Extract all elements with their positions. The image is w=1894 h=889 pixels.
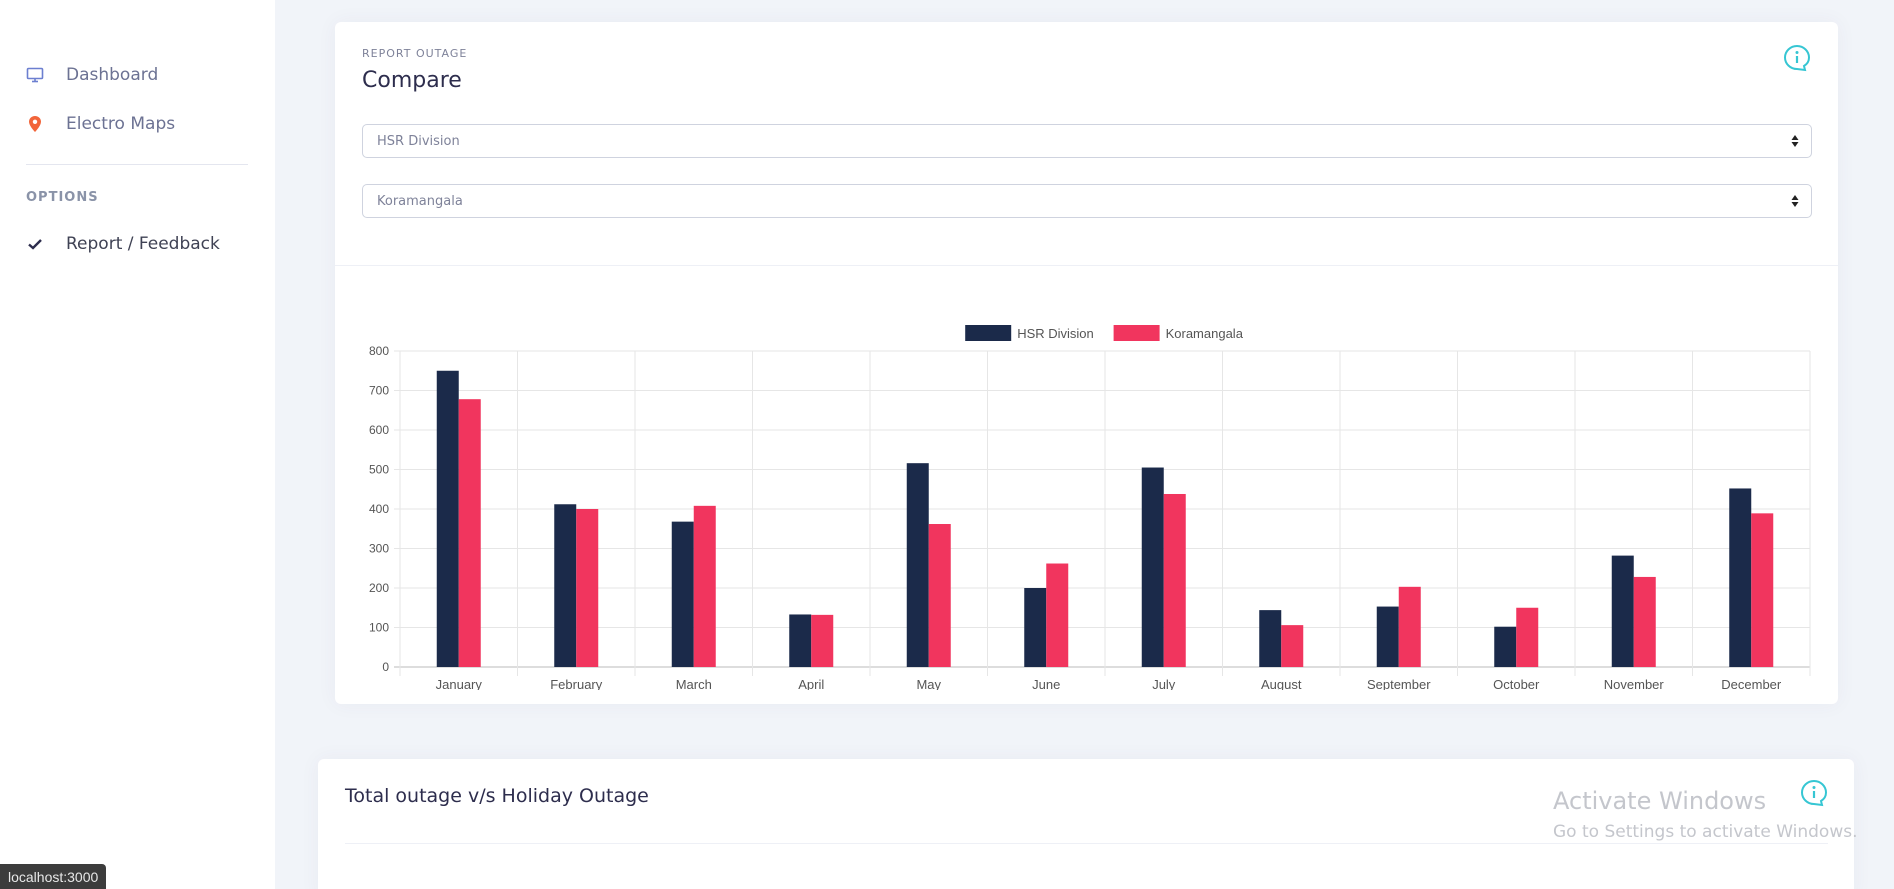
bar-koramangala [458, 399, 481, 667]
sidebar-divider [26, 164, 248, 165]
legend-swatch [965, 325, 1012, 341]
info-icon[interactable] [1800, 779, 1828, 812]
bar-hsr-division [671, 521, 694, 667]
sidebar-item-label: Report / Feedback [66, 234, 220, 254]
bar-koramangala [1046, 563, 1069, 667]
x-tick-label: January [436, 677, 483, 690]
bar-hsr-division [554, 504, 577, 667]
bar-hsr-division [1494, 626, 1517, 667]
map-pin-icon [26, 115, 44, 133]
card-divider [345, 843, 1828, 844]
info-icon[interactable] [1783, 44, 1811, 77]
sidebar-item-label: Dashboard [66, 65, 159, 85]
x-tick-label: December [1721, 677, 1782, 690]
y-tick-label: 800 [369, 344, 389, 358]
compare-card: REPORT OUTAGE Compare HSR Division Koram… [335, 22, 1838, 704]
bar-hsr-division [436, 370, 459, 667]
area-select[interactable]: Koramangala [362, 184, 1812, 218]
bar-koramangala [693, 505, 716, 667]
division-select-value: HSR Division [377, 134, 460, 149]
status-bar-url: localhost:3000 [0, 864, 107, 889]
division-select[interactable]: HSR Division [362, 124, 1812, 158]
bar-hsr-division [1376, 606, 1399, 667]
bar-hsr-division [1024, 588, 1047, 667]
bar-koramangala [811, 614, 834, 667]
card-eyebrow: REPORT OUTAGE [362, 47, 468, 60]
legend-swatch [1113, 325, 1160, 341]
bar-hsr-division [1729, 488, 1752, 667]
x-tick-label: September [1367, 677, 1431, 690]
bar-hsr-division [1259, 610, 1282, 667]
select-caret-icon [1791, 194, 1799, 208]
x-tick-label: April [798, 677, 824, 690]
outage-bar-chart: 0 100 200 300 400 500 600 700 800 January February… [355, 290, 1815, 692]
bar-hsr-division [1141, 467, 1164, 667]
activate-windows-title: Activate Windows [1553, 787, 1767, 815]
activate-windows-subtitle: Go to Settings to activate Windows. [1553, 822, 1858, 842]
y-tick-label: 400 [369, 502, 389, 516]
bar-koramangala [1516, 607, 1539, 667]
bar-koramangala [576, 509, 599, 667]
bar-koramangala [928, 524, 951, 667]
card-title: Compare [362, 68, 462, 93]
bar-koramangala [1163, 493, 1186, 667]
x-tick-label: November [1604, 677, 1665, 690]
y-tick-label: 0 [382, 660, 389, 674]
sidebar-item-dashboard[interactable]: Dashboard [26, 65, 158, 85]
select-caret-icon [1791, 134, 1799, 148]
y-tick-label: 300 [369, 542, 389, 556]
area-select-value: Koramangala [377, 194, 463, 209]
bar-koramangala [1398, 586, 1421, 667]
sidebar-item-report-feedback[interactable]: Report / Feedback [26, 234, 220, 254]
legend-label: HSR Division [1017, 326, 1094, 341]
sidebar-item-label: Electro Maps [66, 114, 176, 134]
card-title: Total outage v/s Holiday Outage [345, 785, 649, 807]
legend-label: Koramangala [1166, 326, 1244, 341]
x-tick-label: June [1032, 677, 1060, 690]
check-icon [26, 235, 44, 253]
bar-hsr-division [789, 614, 812, 667]
x-tick-label: October [1493, 677, 1540, 690]
sidebar: Dashboard Electro Maps OPTIONS Report / … [0, 0, 275, 889]
y-tick-label: 100 [369, 621, 389, 635]
y-tick-label: 200 [369, 581, 389, 595]
y-tick-label: 500 [369, 463, 389, 477]
x-tick-label: March [676, 677, 712, 690]
bar-hsr-division [1611, 555, 1634, 667]
bar-koramangala [1281, 625, 1304, 667]
x-tick-label: July [1152, 677, 1176, 690]
bar-koramangala [1633, 576, 1656, 667]
bar-koramangala [1751, 513, 1774, 667]
x-tick-label: February [550, 677, 603, 690]
sidebar-section-title: OPTIONS [26, 190, 99, 205]
x-tick-label: May [916, 677, 941, 690]
y-tick-label: 700 [369, 384, 389, 398]
sidebar-item-electro-maps[interactable]: Electro Maps [26, 114, 175, 134]
x-tick-label: August [1261, 677, 1302, 690]
card-divider [335, 265, 1838, 266]
monitor-icon [26, 66, 44, 84]
y-tick-label: 600 [369, 423, 389, 437]
chart-svg: 0 100 200 300 400 500 600 700 800 January February… [369, 325, 1811, 692]
bar-hsr-division [906, 463, 929, 667]
